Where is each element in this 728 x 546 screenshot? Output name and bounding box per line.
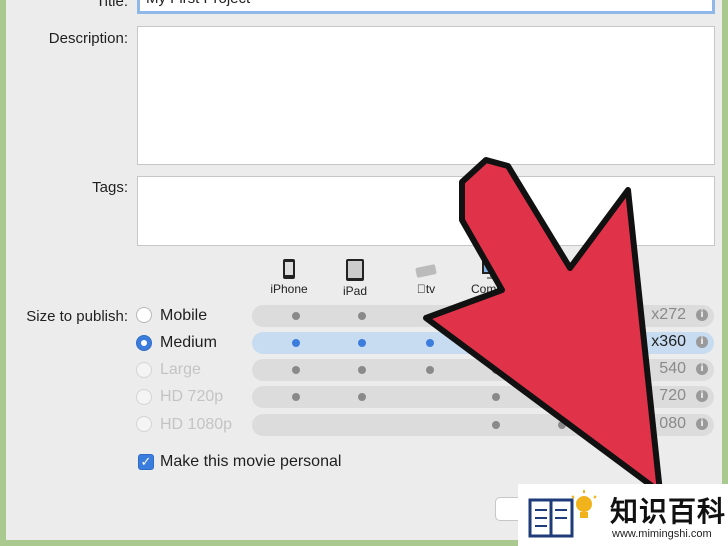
watermark-text: 知识百科 [610, 496, 727, 527]
red-arrow-annotation [423, 157, 663, 495]
book-lightbulb-icon [528, 490, 597, 538]
watermark-url: www.mimingshi.com [612, 528, 712, 540]
watermark-logo: 知识百科 www.mimingshi.com [518, 484, 728, 546]
